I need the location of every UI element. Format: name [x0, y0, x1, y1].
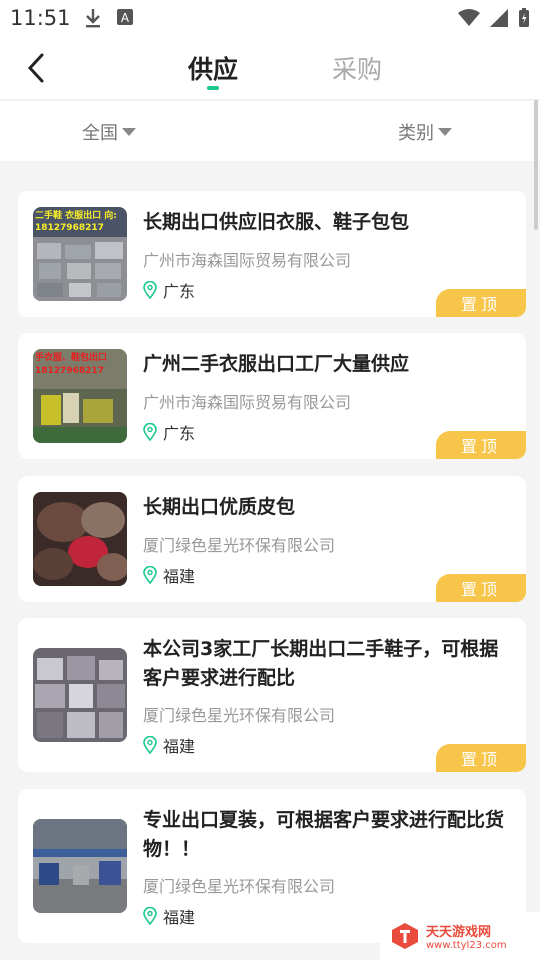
location-pin-icon — [143, 423, 157, 441]
location-label: 广东 — [163, 282, 196, 301]
watermark-name: 天天游戏网 — [426, 925, 492, 940]
category-filter-label: 类别 — [398, 123, 434, 144]
listing-location: 广东 — [143, 420, 195, 444]
listing-thumbnail — [33, 492, 127, 586]
listing-thumbnail — [33, 819, 127, 913]
location-label: 福建 — [163, 908, 196, 927]
company-name: 广州市海森国际贸易有限公司 — [143, 251, 352, 270]
company-name: 厦门绿色星光环保有限公司 — [143, 706, 336, 725]
listing-title: 长期出口供应旧衣服、鞋子包包 — [143, 211, 410, 233]
status-bar: 11:51 A — [0, 0, 540, 36]
tab-supply[interactable]: 供应 — [188, 50, 238, 86]
pinned-badge: 置顶 — [436, 744, 526, 772]
watermark-logo-icon — [392, 923, 418, 949]
region-filter[interactable]: 全国 — [82, 119, 136, 145]
listing-thumbnail: 二手鞋 衣服出口 向: 18127968217 — [33, 207, 127, 301]
listing-title: 专业出口夏装，可根据客户要求进行配比货物！！ — [143, 809, 505, 860]
list-item[interactable]: 本公司3家工厂长期出口二手鞋子，可根据客户要求进行配比 厦门绿色星光环保有限公司… — [18, 618, 526, 772]
status-time: 11:51 — [10, 6, 71, 30]
tab-purchase[interactable]: 采购 — [332, 50, 382, 86]
wifi-icon — [458, 9, 480, 26]
location-label: 广东 — [163, 424, 196, 443]
category-filter[interactable]: 类别 — [398, 119, 452, 145]
list-item[interactable]: 二手鞋 衣服出口 向: 18127968217 长期出口供应旧衣服、鞋子包包 广… — [18, 191, 526, 317]
thumbnail-caption: 手衣服、鞋包出口 18127968217 — [35, 353, 108, 376]
notification-icons: A — [84, 8, 134, 28]
active-tab-indicator — [207, 86, 219, 90]
company-name: 广州市海森国际贸易有限公司 — [143, 393, 352, 412]
listing-title: 本公司3家工厂长期出口二手鞋子，可根据客户要求进行配比 — [143, 638, 499, 689]
pinned-badge: 置顶 — [436, 289, 526, 317]
company-name: 厦门绿色星光环保有限公司 — [143, 877, 336, 896]
company-name: 厦门绿色星光环保有限公司 — [143, 536, 336, 555]
listing-title: 广州二手衣服出口工厂大量供应 — [143, 353, 410, 375]
pinned-badge: 置顶 — [436, 431, 526, 459]
caret-down-icon — [438, 128, 452, 136]
location-label: 福建 — [163, 567, 196, 586]
back-button[interactable] — [16, 48, 56, 88]
pinned-badge: 置顶 — [436, 574, 526, 602]
listing-thumbnail — [33, 648, 127, 742]
caret-down-icon — [122, 128, 136, 136]
filter-bar: 全国 类别 — [0, 101, 540, 161]
region-filter-label: 全国 — [82, 123, 118, 144]
location-label: 福建 — [163, 737, 196, 756]
listing-location: 广东 — [143, 278, 195, 302]
svg-text:A: A — [121, 11, 130, 25]
listing-title: 长期出口优质皮包 — [143, 496, 296, 518]
watermark-url: www.ttyl23.com — [426, 940, 507, 951]
listing-location: 福建 — [143, 733, 195, 757]
watermark: 天天游戏网 www.ttyl23.com — [380, 912, 540, 960]
system-icons — [458, 8, 530, 28]
location-pin-icon — [143, 736, 157, 754]
battery-icon — [519, 8, 529, 27]
location-pin-icon — [143, 566, 157, 584]
location-pin-icon — [143, 281, 157, 299]
scrollbar[interactable] — [534, 100, 538, 230]
thumbnail-caption: 二手鞋 衣服出口 向: 18127968217 — [35, 211, 117, 233]
location-pin-icon — [143, 907, 157, 925]
listing-thumbnail: 手衣服、鞋包出口 18127968217 — [33, 349, 127, 443]
download-icon — [86, 9, 100, 28]
listing-location: 福建 — [143, 904, 195, 928]
list-item[interactable]: 长期出口优质皮包 厦门绿色星光环保有限公司 福建 置顶 — [18, 476, 526, 602]
list-item[interactable]: 手衣服、鞋包出口 18127968217 广州二手衣服出口工厂大量供应 广州市海… — [18, 333, 526, 459]
app-notification-icon: A — [117, 9, 133, 25]
signal-icon — [490, 9, 508, 27]
listing-location: 福建 — [143, 563, 195, 587]
back-arrow-icon — [27, 53, 44, 83]
header: 供应 采购 — [0, 36, 540, 100]
